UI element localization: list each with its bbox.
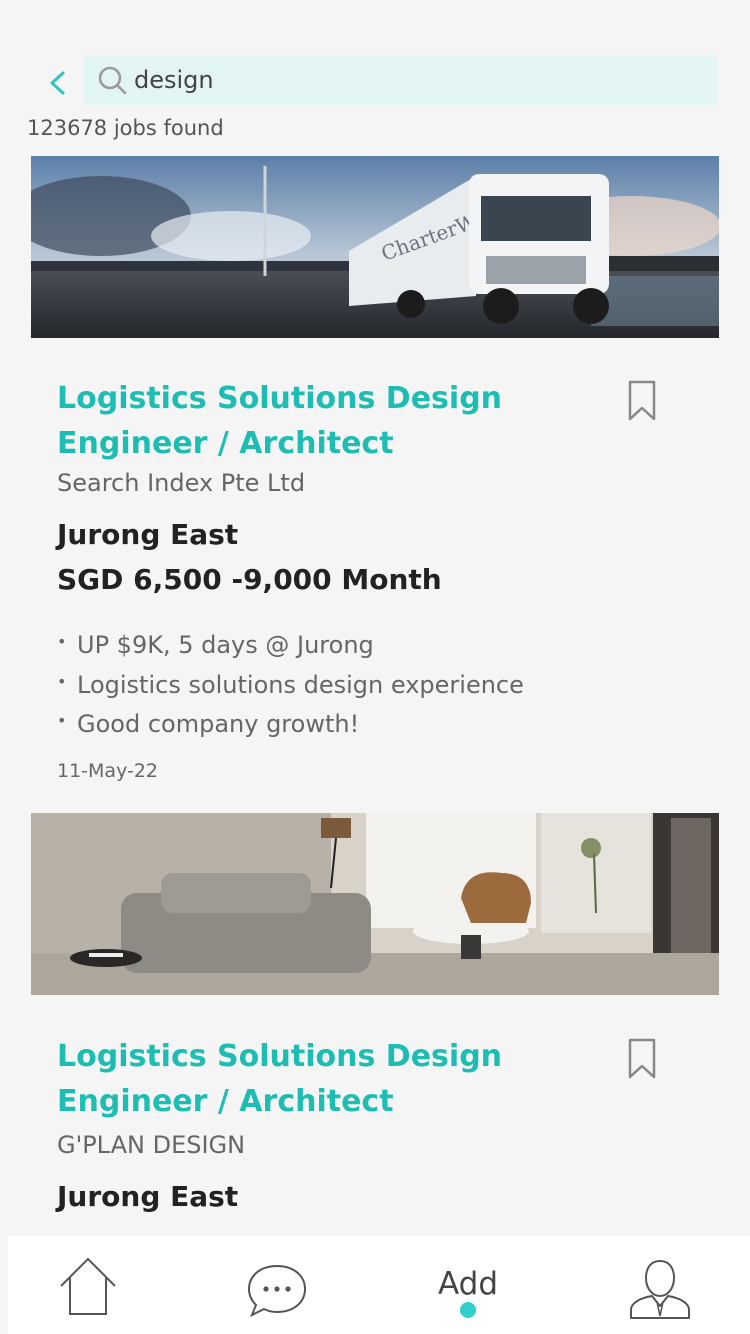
search-box xyxy=(84,55,718,105)
company-name: Search Index Pte Ltd xyxy=(57,469,306,497)
highlight-item: UP $9K, 5 days @ Jurong xyxy=(57,622,524,666)
highlight-item: Logistics solutions design experience xyxy=(57,662,524,706)
highlight-item: Good company growth! xyxy=(57,701,524,745)
job-image: CharterWay xyxy=(31,156,719,338)
bottom-tab-bar: Add xyxy=(8,1236,750,1334)
search-bar xyxy=(30,55,720,107)
bookmark-icon[interactable] xyxy=(627,380,657,422)
bookmark-icon[interactable] xyxy=(627,1038,657,1080)
add-label: Add xyxy=(438,1266,499,1302)
job-image xyxy=(31,813,719,995)
active-indicator-dot xyxy=(460,1302,476,1318)
company-name: G'PLAN DESIGN xyxy=(57,1131,246,1159)
profile-icon xyxy=(630,1259,690,1319)
tab-profile[interactable] xyxy=(628,1236,692,1334)
tab-add[interactable]: Add xyxy=(428,1236,518,1334)
job-title[interactable]: Logistics Solutions Design Engineer / Ar… xyxy=(57,376,617,466)
job-location: Jurong East xyxy=(57,518,239,551)
job-card[interactable]: Logistics Solutions Design Engineer / Ar… xyxy=(31,813,719,1213)
search-input[interactable] xyxy=(134,55,694,105)
job-location: Jurong East xyxy=(57,1180,239,1213)
chat-icon xyxy=(247,1264,307,1318)
chevron-left-icon[interactable] xyxy=(40,63,76,99)
posted-date: 11-May-22 xyxy=(57,760,159,782)
jobs-count: 123678 jobs found xyxy=(27,116,224,140)
search-icon xyxy=(98,66,127,95)
job-salary: SGD 6,500 -9,000 Month xyxy=(57,563,442,596)
tab-chat[interactable] xyxy=(246,1236,308,1334)
job-card[interactable]: CharterWay Logistics Solutions Design En… xyxy=(31,156,719,782)
job-title[interactable]: Logistics Solutions Design Engineer / Ar… xyxy=(57,1034,617,1124)
tab-home[interactable] xyxy=(58,1236,118,1334)
job-highlights: UP $9K, 5 days @ Jurong Logistics soluti… xyxy=(57,622,524,745)
home-icon xyxy=(60,1257,116,1315)
